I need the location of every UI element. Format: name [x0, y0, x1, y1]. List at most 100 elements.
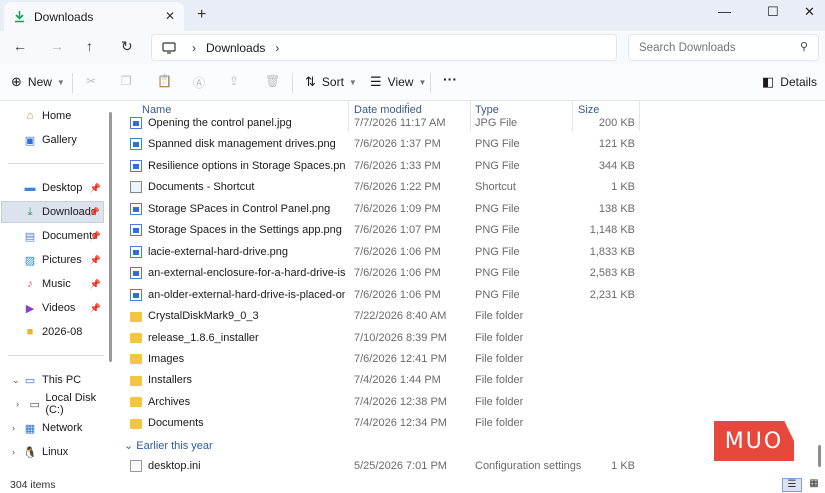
details-view-icon[interactable]: ☰: [782, 478, 802, 492]
new-button[interactable]: ⊕ New ▼: [11, 74, 65, 90]
file-list-scrollbar[interactable]: [818, 445, 821, 467]
sidebar-item-desktop[interactable]: ▬ Desktop 📌: [1, 177, 104, 199]
table-row[interactable]: Storage SPaces in Control Panel.png 7/6/2…: [116, 200, 646, 221]
file-type: PNG File: [475, 267, 520, 280]
pin-icon[interactable]: 📌: [90, 255, 101, 266]
chevron-down-icon[interactable]: ⌄: [12, 375, 20, 386]
sort-button[interactable]: ⇅ Sort ▼: [305, 74, 357, 90]
tab-downloads[interactable]: Downloads ✕: [4, 2, 184, 31]
file-name-cell[interactable]: an-older-external-hard-drive-is-placed-o…: [130, 288, 345, 301]
copy-icon[interactable]: ❐: [121, 74, 132, 88]
chevron-right-icon[interactable]: ›: [192, 41, 196, 55]
more-options-icon[interactable]: ···: [443, 71, 457, 87]
table-row[interactable]: Spanned disk management drives.png 7/6/20…: [116, 135, 646, 156]
file-name-cell[interactable]: Documents - Shortcut: [130, 181, 345, 194]
file-date: 7/4/2026 12:34 PM: [354, 417, 447, 430]
view-icon: ☰: [370, 74, 382, 89]
file-name-cell[interactable]: Storage Spaces in the Settings app.png: [130, 224, 345, 237]
file-name: release_1.8.6_installer: [148, 331, 259, 344]
table-row[interactable]: CrystalDiskMark9_0_3 7/22/2026 8:40 AM Fil…: [116, 307, 646, 328]
chevron-right-icon[interactable]: ›: [12, 423, 15, 433]
table-row[interactable]: release_1.8.6_installer 7/10/2026 8:39 PM…: [116, 329, 646, 350]
tab-title: Downloads: [34, 9, 94, 24]
sidebar-item-linux[interactable]: › 🐧 Linux: [1, 441, 104, 463]
pin-icon[interactable]: 📌: [90, 183, 101, 194]
file-name-cell[interactable]: Documents: [130, 417, 345, 429]
file-name-cell[interactable]: Opening the control panel.jpg: [130, 117, 345, 129]
details-button[interactable]: ◧ Details: [762, 74, 817, 90]
pin-icon[interactable]: 📌: [90, 279, 101, 290]
file-name-cell[interactable]: an-external-enclosure-for-a-hard-drive-i…: [130, 267, 345, 280]
sidebar-item-pictures[interactable]: ▨ Pictures 📌: [1, 249, 104, 271]
pin-icon[interactable]: 📌: [90, 231, 101, 242]
sidebar-item-this-pc[interactable]: ⌄ ▭ This PC: [1, 369, 104, 391]
table-row[interactable]: Installers 7/4/2026 1:44 PM File folder: [116, 371, 646, 392]
sidebar-item-home[interactable]: ⌂ Home: [1, 105, 104, 127]
window-close-icon[interactable]: ✕: [804, 4, 815, 20]
file-name-cell[interactable]: Resilience options in Storage Spaces.png: [130, 159, 345, 172]
table-row[interactable]: Storage Spaces in the Settings app.png 7/…: [116, 221, 646, 242]
table-row[interactable]: an-external-enclosure-for-a-hard-drive-i…: [116, 264, 646, 285]
refresh-icon[interactable]: ↻: [121, 38, 133, 55]
sidebar-item-videos[interactable]: ▶ Videos 📌: [1, 297, 104, 319]
table-row[interactable]: Archives 7/4/2026 12:38 PM File folder: [116, 393, 646, 414]
sidebar-item-2026-08[interactable]: ■ 2026-08: [1, 321, 104, 343]
breadcrumb[interactable]: Downloads: [206, 41, 265, 55]
file-name-cell[interactable]: desktop.ini: [130, 459, 345, 472]
back-icon[interactable]: ←: [13, 38, 27, 54]
table-row[interactable]: Documents - Shortcut 7/6/2026 1:22 PM Shor…: [116, 178, 646, 199]
chevron-right-icon[interactable]: ›: [275, 41, 279, 55]
group-header[interactable]: ⌄ Earlier this year: [124, 439, 213, 452]
file-name-cell[interactable]: CrystalDiskMark9_0_3: [130, 310, 345, 322]
file-name-cell[interactable]: Storage SPaces in Control Panel.png: [130, 202, 345, 215]
share-icon[interactable]: ⇪: [229, 74, 239, 88]
details-pane-icon: ◧: [762, 74, 775, 89]
file-date: 7/6/2026 1:33 PM: [354, 159, 441, 172]
up-icon[interactable]: ↑: [86, 38, 93, 54]
sidebar-item-music[interactable]: ♪ Music 📌: [1, 273, 104, 295]
sidebar-item-gallery[interactable]: ▣ Gallery: [1, 129, 104, 151]
sidebar-item-network[interactable]: › ▦ Network: [1, 417, 104, 439]
table-row[interactable]: Images 7/6/2026 12:41 PM File folder: [116, 350, 646, 371]
view-button[interactable]: ☰ View ▼: [370, 74, 426, 90]
tiles-view-icon[interactable]: ▦: [804, 478, 824, 492]
table-row[interactable]: an-older-external-hard-drive-is-placed-o…: [116, 286, 646, 307]
table-row[interactable]: Opening the control panel.jpg 7/7/2026 11…: [116, 114, 646, 135]
file-type: PNG File: [475, 245, 520, 258]
details-label: Details: [780, 75, 817, 89]
minimize-icon[interactable]: —: [718, 4, 731, 19]
file-name-cell[interactable]: release_1.8.6_installer: [130, 332, 345, 344]
sidebar-item-downloads[interactable]: ⤓ Downloads 📌: [1, 201, 104, 223]
chevron-right-icon[interactable]: ›: [16, 399, 19, 409]
pin-icon[interactable]: 📌: [90, 303, 101, 314]
maximize-icon[interactable]: ☐: [767, 4, 779, 20]
sidebar-item-documents[interactable]: ▤ Documents 📌: [1, 225, 104, 247]
file-name-cell[interactable]: lacie-external-hard-drive.png: [130, 245, 345, 258]
file-date: 5/25/2026 7:01 PM: [354, 459, 447, 472]
file-name-cell[interactable]: Images: [130, 353, 345, 365]
sidebar-scrollbar[interactable]: [109, 112, 112, 362]
file-name-cell[interactable]: Archives: [130, 396, 345, 408]
file-size: 1 KB: [611, 181, 635, 194]
sidebar-item-local-disk[interactable]: › ▭ Local Disk (C:): [1, 392, 104, 416]
search-icon[interactable]: ⚲: [800, 40, 808, 53]
sidebar-item-label: Home: [42, 110, 72, 122]
forward-icon[interactable]: →: [50, 38, 64, 54]
rename-icon[interactable]: Ⓐ: [193, 74, 205, 91]
chevron-right-icon[interactable]: ›: [12, 447, 15, 457]
table-row[interactable]: lacie-external-hard-drive.png 7/6/2026 1:…: [116, 243, 646, 264]
new-tab-icon[interactable]: +: [197, 6, 206, 24]
file-name-cell[interactable]: Installers: [130, 374, 345, 386]
music-icon: ♪: [27, 278, 33, 290]
address-bar[interactable]: › Downloads ›: [151, 34, 617, 61]
table-row[interactable]: Documents 7/4/2026 12:34 PM File folder: [116, 414, 646, 435]
table-row[interactable]: desktop.ini 5/25/2026 7:01 PM Configuratio…: [116, 457, 646, 478]
file-name-cell[interactable]: Spanned disk management drives.png: [130, 138, 345, 151]
close-tab-icon[interactable]: ✕: [165, 9, 175, 23]
paste-icon[interactable]: 📋: [157, 74, 172, 88]
delete-icon[interactable]: 🗑: [265, 74, 280, 88]
pin-icon[interactable]: 📌: [89, 207, 100, 218]
table-row[interactable]: Resilience options in Storage Spaces.png…: [116, 157, 646, 178]
cut-icon[interactable]: ✂: [86, 74, 96, 88]
search-input[interactable]: [639, 41, 789, 54]
